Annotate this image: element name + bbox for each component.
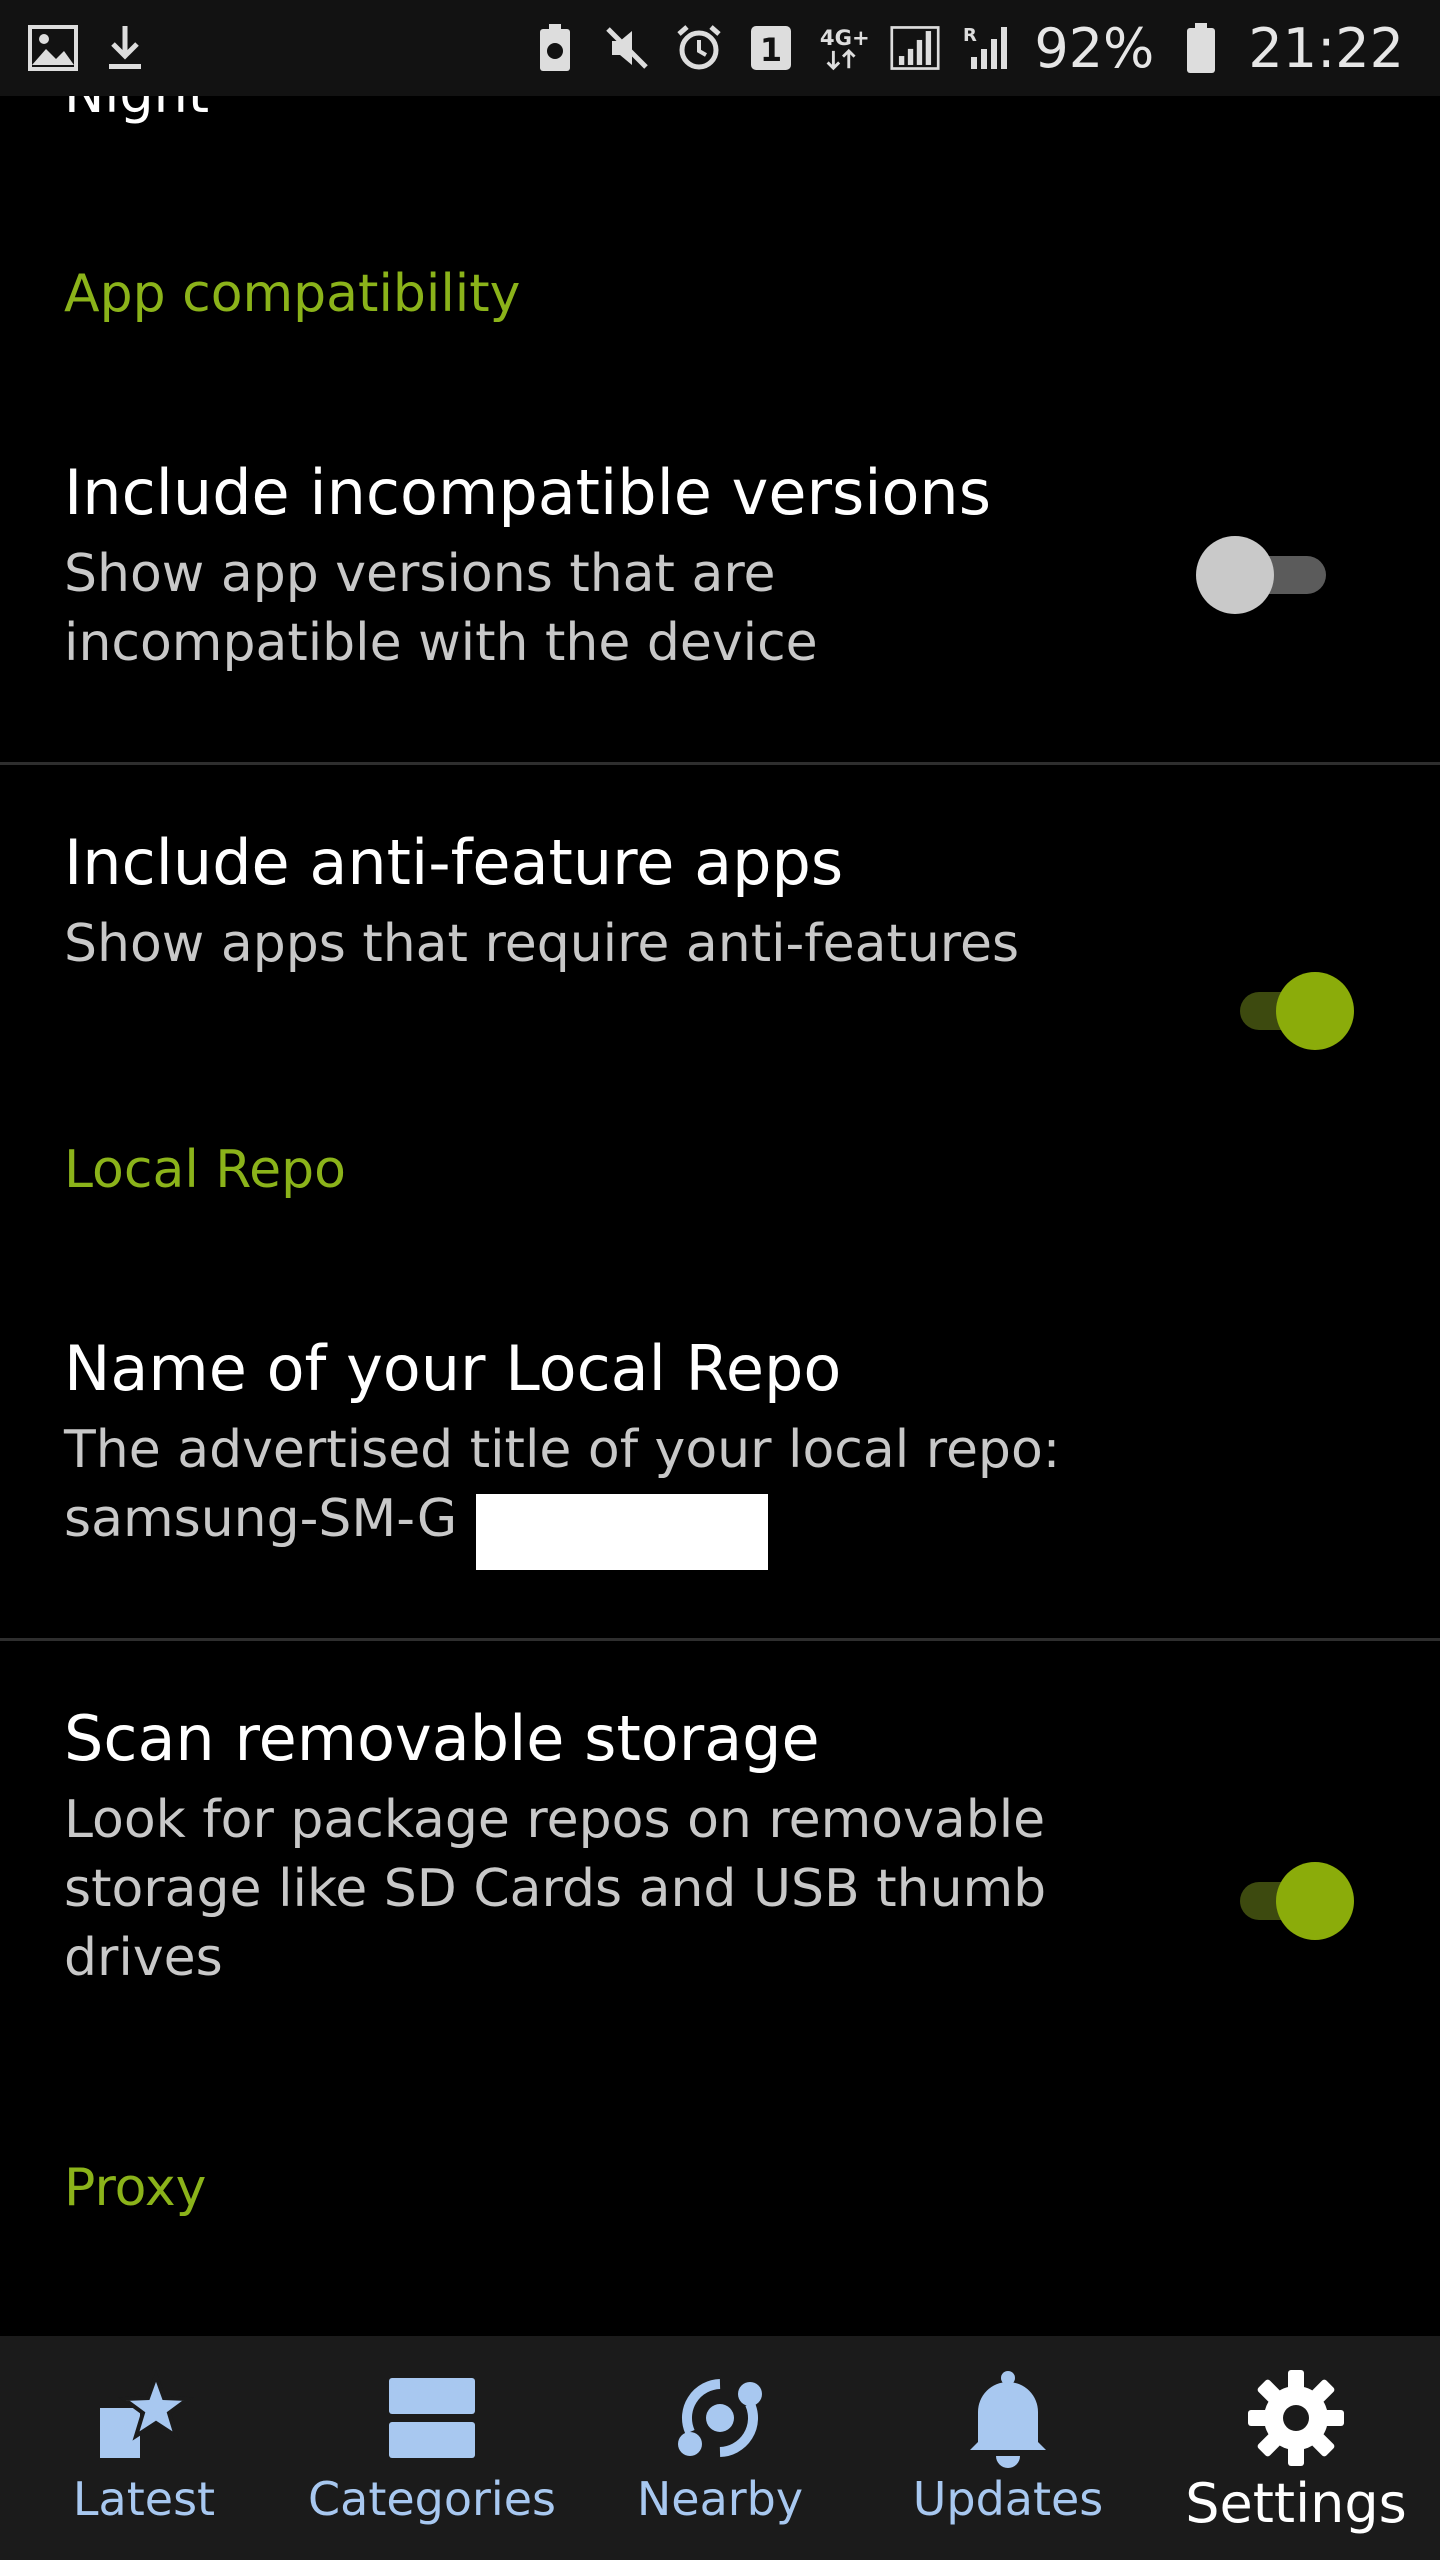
sim-1-icon: 1 — [746, 23, 796, 73]
toggle-switch-incompatible[interactable] — [1196, 530, 1336, 620]
svg-text:1: 1 — [760, 31, 782, 69]
clock: 21:22 — [1248, 16, 1404, 80]
svg-text:4G+: 4G+ — [820, 25, 868, 50]
alarm-icon — [674, 23, 724, 73]
battery-saver-icon — [530, 23, 580, 73]
settings-list: Night App compatibility Include incompat… — [0, 96, 1440, 2336]
nav-categories[interactable]: Categories — [288, 2336, 576, 2560]
nav-label: Settings — [1185, 2472, 1407, 2535]
divider — [0, 1638, 1440, 1641]
switch-thumb — [1196, 536, 1274, 614]
nav-label: Categories — [308, 2472, 556, 2526]
nav-label: Nearby — [636, 2472, 804, 2526]
toggle-switch-scan-storage[interactable] — [1220, 1856, 1360, 1946]
divider — [0, 762, 1440, 765]
redaction-box — [476, 1494, 768, 1570]
pref-title: Include incompatible versions — [64, 456, 992, 529]
image-icon — [28, 23, 78, 73]
pref-scan-removable-storage[interactable]: Scan removable storage Look for package … — [0, 1702, 1440, 2042]
bottom-navigation: Latest Categories Nearby Updates Setting… — [0, 2336, 1440, 2560]
status-bar: 1 4G+ R 92% 21:22 — [0, 0, 1440, 96]
section-header-proxy: Proxy — [64, 2158, 207, 2218]
nav-nearby[interactable]: Nearby — [576, 2336, 864, 2560]
nav-updates[interactable]: Updates — [864, 2336, 1152, 2560]
pref-include-anti-feature[interactable]: Include anti-feature apps Show apps that… — [0, 826, 1440, 1050]
toggle-switch-anti-feature[interactable] — [1220, 966, 1360, 1056]
pref-summary: Show app versions that are incompatible … — [64, 544, 818, 673]
pref-title: Scan removable storage — [64, 1702, 820, 1775]
signal-icon — [890, 23, 940, 73]
nav-label: Latest — [72, 2472, 216, 2526]
categories-icon — [377, 2368, 487, 2468]
svg-text:R: R — [963, 25, 977, 46]
gear-icon — [1241, 2368, 1351, 2468]
battery-percent: 92% — [1034, 16, 1155, 80]
pref-summary: Look for package repos on removable stor… — [64, 1790, 1047, 1988]
status-bar-right: 1 4G+ R 92% 21:22 — [530, 17, 1404, 80]
network-4g-icon: 4G+ — [818, 23, 868, 73]
bell-icon — [953, 2368, 1063, 2468]
roaming-signal-icon: R — [962, 23, 1012, 73]
nav-settings[interactable]: Settings — [1152, 2336, 1440, 2560]
section-header-local-repo: Local Repo — [64, 1140, 346, 1200]
switch-thumb — [1276, 972, 1354, 1050]
battery-icon — [1176, 23, 1226, 73]
switch-thumb — [1276, 1862, 1354, 1940]
mute-icon — [602, 23, 652, 73]
pref-title: Name of your Local Repo — [64, 1332, 842, 1405]
pref-local-repo-name[interactable]: Name of your Local Repo The advertised t… — [0, 1332, 1440, 1662]
latest-star-icon — [89, 2368, 199, 2468]
pref-include-incompatible[interactable]: Include incompatible versions Show app v… — [0, 456, 1440, 756]
pref-summary-line1: The advertised title of your local repo: — [64, 1420, 1061, 1480]
cut-off-preference-value: Night — [64, 96, 209, 125]
download-icon — [100, 23, 150, 73]
nearby-icon — [665, 2368, 775, 2468]
nav-label: Updates — [912, 2472, 1104, 2526]
pref-summary: Show apps that require anti-features — [64, 914, 1020, 974]
section-header-app-compatibility: App compatibility — [64, 264, 521, 324]
pref-title: Include anti-feature apps — [64, 826, 844, 899]
nav-latest[interactable]: Latest — [0, 2336, 288, 2560]
status-bar-left — [28, 23, 150, 73]
